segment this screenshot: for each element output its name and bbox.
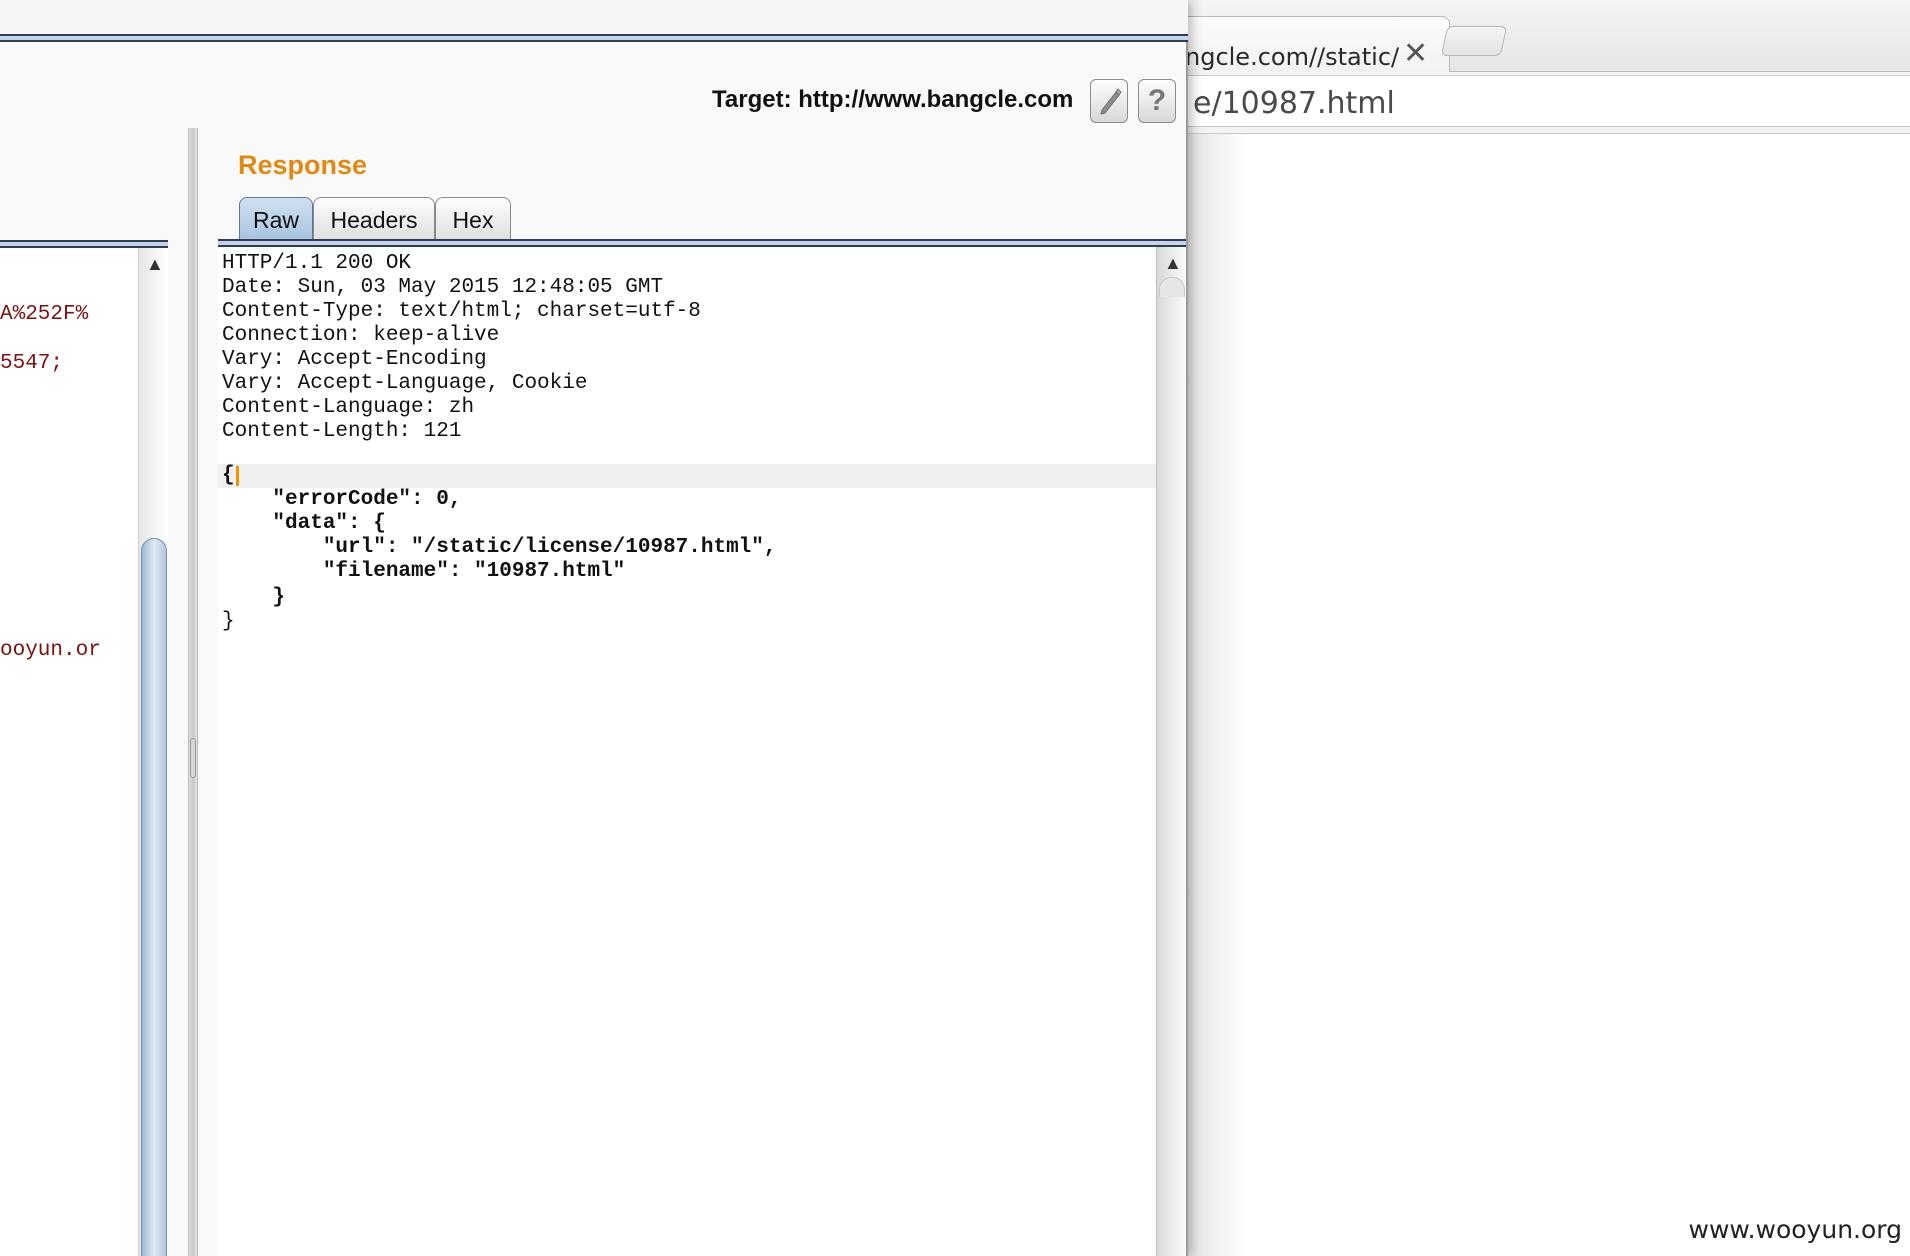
request-editor[interactable]: A%252F% 5547; ooyun.or bbox=[0, 248, 138, 1256]
close-tab-icon[interactable]: ✕ bbox=[1403, 39, 1428, 69]
burp-top-bar bbox=[0, 0, 1188, 36]
browser-toolbar: e/10987.html bbox=[1140, 72, 1910, 134]
response-header-line: Content-Type: text/html; charset=utf-8 bbox=[222, 300, 701, 323]
response-header-line: Vary: Accept-Encoding bbox=[222, 348, 487, 371]
scroll-up-arrow-icon[interactable]: ▲ bbox=[146, 254, 164, 275]
request-pane-divider bbox=[0, 240, 168, 248]
help-button[interactable]: ? bbox=[1138, 79, 1176, 123]
pencil-icon bbox=[1100, 88, 1122, 115]
response-body-line: } bbox=[222, 610, 235, 633]
pane-splitter[interactable] bbox=[188, 128, 198, 1256]
request-scrollbar-thumb[interactable] bbox=[141, 538, 167, 1256]
response-heading: Response bbox=[238, 150, 368, 180]
response-body-line: { bbox=[222, 464, 235, 487]
request-scrollbar[interactable]: ▲ bbox=[138, 248, 168, 1256]
response-header-line: Date: Sun, 03 May 2015 12:48:05 GMT bbox=[222, 276, 664, 299]
current-line-highlight bbox=[218, 464, 1156, 488]
new-tab-button[interactable] bbox=[1440, 26, 1508, 56]
tab-hex[interactable]: Hex bbox=[435, 197, 511, 241]
request-fragment: A%252F% bbox=[0, 303, 89, 326]
response-body-line: "filename": "10987.html" bbox=[222, 560, 626, 583]
browser-tab-title: ngcle.com//static/ bbox=[1185, 43, 1400, 71]
response-tab-divider bbox=[218, 239, 1186, 247]
response-header-line: Content-Language: zh bbox=[222, 396, 475, 419]
browser-tabstrip: ngcle.com//static/ ✕ bbox=[1140, 0, 1910, 73]
response-scrollbar[interactable]: ▲ bbox=[1156, 247, 1186, 1256]
response-header-line: Connection: keep-alive bbox=[222, 324, 500, 347]
response-body-line: } bbox=[222, 586, 286, 609]
text-caret bbox=[236, 466, 239, 486]
response-editor[interactable]: HTTP/1.1 200 OK Date: Sun, 03 May 2015 1… bbox=[218, 247, 1156, 1256]
burp-window: Target: http://www.bangcle.com ? A%252F%… bbox=[0, 0, 1188, 1256]
address-bar-url: e/10987.html bbox=[1193, 86, 1395, 121]
response-body-line: "url": "/static/license/10987.html", bbox=[222, 536, 777, 559]
response-header-line: Content-Length: 121 bbox=[222, 420, 462, 443]
browser-page-content bbox=[1140, 134, 1910, 1256]
request-pane: A%252F% 5547; ooyun.or ▲ bbox=[0, 240, 170, 1256]
target-label: Target: http://www.bangcle.com bbox=[712, 86, 1074, 113]
scroll-up-arrow-icon[interactable]: ▲ bbox=[1164, 253, 1182, 274]
response-header-line: HTTP/1.1 200 OK bbox=[222, 252, 412, 275]
tab-headers[interactable]: Headers bbox=[313, 197, 435, 241]
response-header-line: Vary: Accept-Language, Cookie bbox=[222, 372, 588, 395]
watermark: www.wooyun.org bbox=[1688, 1215, 1902, 1244]
address-bar[interactable]: e/10987.html bbox=[1140, 75, 1910, 127]
edit-target-button[interactable] bbox=[1090, 79, 1128, 123]
request-fragment: ooyun.or bbox=[0, 639, 101, 662]
response-body-line: "data": { bbox=[222, 512, 386, 535]
burp-tab-divider bbox=[0, 34, 1188, 42]
tab-raw[interactable]: Raw bbox=[239, 197, 313, 241]
response-body-line: "errorCode": 0, bbox=[222, 488, 462, 511]
browser-window: ngcle.com//static/ ✕ e/10987.html bbox=[1140, 0, 1910, 1256]
splitter-grip[interactable] bbox=[190, 738, 196, 778]
request-fragment: 5547; bbox=[0, 352, 64, 375]
response-scrollbar-track[interactable] bbox=[1159, 277, 1185, 297]
